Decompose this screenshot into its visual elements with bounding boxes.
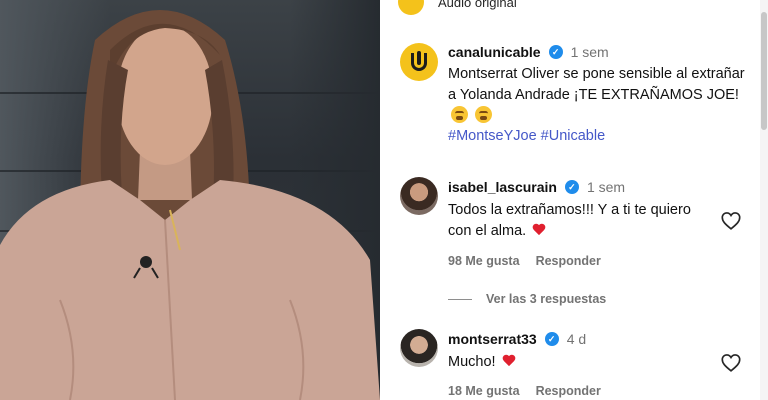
caption-text: Montserrat Oliver se pone sensible al ex… xyxy=(448,66,745,103)
video-frame[interactable] xyxy=(0,0,380,400)
comment-text: Mucho! xyxy=(448,352,718,373)
comment-username[interactable]: montserrat33 xyxy=(448,331,537,347)
comment-username[interactable]: isabel_lascurain xyxy=(448,179,557,195)
hashtag-link[interactable]: #MontseYJoe xyxy=(448,128,537,144)
heart-outline-icon xyxy=(721,212,741,230)
verified-icon: ✓ xyxy=(564,180,579,194)
avatar[interactable] xyxy=(400,329,438,367)
post-time[interactable]: 1 sem xyxy=(571,44,609,60)
scrollbar-thumb[interactable] xyxy=(761,12,767,130)
comment-text: Todos la extrañamos!!! Y a ti te quiero … xyxy=(448,200,718,242)
like-count[interactable]: 98 Me gusta xyxy=(448,254,520,268)
comment-time[interactable]: 1 sem xyxy=(587,179,625,195)
fearful-face-emoji xyxy=(475,106,493,123)
comment-time[interactable]: 4 d xyxy=(567,331,586,347)
sad-face-emoji xyxy=(451,106,468,123)
audio-row[interactable]: Audio original xyxy=(398,0,517,15)
comment-header: isabel_lascurain ✓ 1 sem xyxy=(448,179,625,195)
reply-button[interactable]: Responder xyxy=(536,254,601,268)
avatar[interactable] xyxy=(400,43,438,81)
like-comment-button[interactable] xyxy=(720,352,742,374)
divider xyxy=(448,298,472,300)
audio-label[interactable]: Audio original xyxy=(438,0,517,10)
reply-button[interactable]: Responder xyxy=(536,384,601,398)
comment-header: montserrat33 ✓ 4 d xyxy=(448,331,586,347)
host-figure xyxy=(0,10,380,400)
comment-meta: 98 Me gusta Responder xyxy=(448,254,601,268)
comment-body: Mucho! xyxy=(448,354,496,370)
post-header: canalunicable ✓ 1 sem xyxy=(448,44,609,60)
music-logo-icon xyxy=(398,0,424,15)
scrollbar-track[interactable] xyxy=(760,0,768,400)
verified-icon: ✓ xyxy=(544,332,559,346)
comment-meta: 18 Me gusta Responder xyxy=(448,384,601,398)
verified-icon: ✓ xyxy=(548,45,563,59)
heart-emoji-icon xyxy=(532,224,546,237)
avatar[interactable] xyxy=(400,177,438,215)
comments-panel: Audio original canalunicable ✓ 1 sem Mon… xyxy=(380,0,768,400)
post-caption: Montserrat Oliver se pone sensible al ex… xyxy=(448,64,748,127)
hashtags: #MontseYJoe #Unicable xyxy=(448,128,605,144)
hashtag-link[interactable]: #Unicable xyxy=(541,128,606,144)
like-comment-button[interactable] xyxy=(720,210,742,232)
heart-emoji-icon xyxy=(502,355,516,368)
heart-outline-icon xyxy=(721,354,741,372)
like-count[interactable]: 18 Me gusta xyxy=(448,384,520,398)
view-replies-button[interactable]: Ver las 3 respuestas xyxy=(448,292,606,306)
unicable-logo-icon xyxy=(411,51,427,71)
post-username[interactable]: canalunicable xyxy=(448,44,541,60)
comment-body: Todos la extrañamos!!! Y a ti te quiero … xyxy=(448,202,691,239)
view-replies-label[interactable]: Ver las 3 respuestas xyxy=(486,292,606,306)
